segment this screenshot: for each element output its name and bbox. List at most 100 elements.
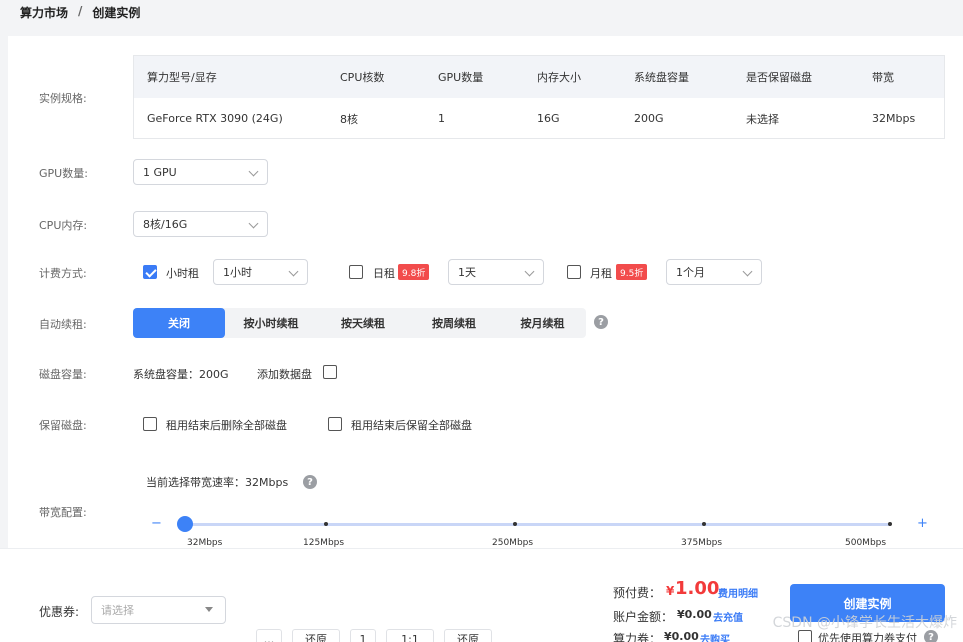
delete-all-disk-label[interactable]: 租用结束后删除全部磁盘 (166, 417, 287, 433)
hourly-duration-value: 1小时 (223, 266, 252, 279)
buy-voucher-link[interactable]: 去购买 (700, 631, 730, 642)
bandwidth-tick-label: 500Mbps (845, 538, 887, 548)
disk-label: 磁盘容量: (39, 368, 87, 381)
coupon-select[interactable]: 请选择 (91, 596, 226, 624)
fee-detail-link[interactable]: 费用明细 (718, 585, 758, 600)
breadcrumb-separator: / (78, 4, 83, 18)
spec-col-header: 系统盘容量 (634, 71, 689, 84)
spec-cell: 1 (438, 112, 445, 125)
chevron-down-icon (248, 218, 259, 229)
coupon-placeholder: 请选择 (101, 604, 134, 617)
auto-renew-off[interactable]: 关闭 (133, 308, 225, 338)
auto-renew-monthly[interactable]: 按月续租 (499, 308, 586, 338)
monthly-duration-value: 1个月 (676, 266, 705, 279)
auto-renew-segmented: 关闭 按小时续租 按天续租 按周续租 按月续租 (133, 308, 586, 338)
spec-cell: 32Mbps (872, 112, 916, 125)
gpu-count-value: 1 GPU (143, 165, 177, 179)
add-data-disk-checkbox[interactable] (323, 365, 337, 379)
slider-tick-dot (888, 522, 892, 526)
bandwidth-tick-label: 32Mbps (187, 538, 223, 548)
spec-cell: 未选择 (746, 112, 779, 126)
gpu-count-label: GPU数量: (39, 167, 88, 180)
bandwidth-slider-track[interactable] (185, 523, 891, 526)
keep-all-disk-label[interactable]: 租用结束后保留全部磁盘 (351, 417, 472, 433)
bandwidth-increase-button[interactable]: + (917, 516, 928, 531)
slider-tick-dot (513, 522, 517, 526)
spec-col-header: 算力型号/显存 (147, 71, 217, 84)
prepay-label: 预付费： (613, 586, 662, 600)
bandwidth-decrease-button[interactable]: − (151, 516, 162, 531)
help-icon[interactable]: ? (303, 475, 317, 489)
balance-value: ¥0.00 (677, 608, 712, 621)
cpu-mem-value: 8核/16G (143, 218, 188, 231)
daily-checkbox[interactable] (349, 265, 363, 279)
daily-discount-badge: 9.8折 (398, 264, 430, 280)
spec-col-header: 内存大小 (537, 71, 581, 84)
bandwidth-current: 当前选择带宽速率：32Mbps (146, 476, 289, 489)
chevron-down-icon (742, 266, 753, 277)
daily-duration-value: 1天 (458, 266, 476, 279)
bandwidth-slider-thumb[interactable] (177, 516, 193, 532)
bandwidth-label: 带宽配置: (39, 506, 87, 519)
spec-col-header: 带宽 (872, 71, 894, 84)
monthly-duration-select[interactable]: 1个月 (666, 259, 762, 285)
cpu-mem-select[interactable]: 8核/16G (133, 211, 268, 237)
auto-renew-daily[interactable]: 按天续租 (317, 308, 409, 338)
spec-col-header: GPU数量 (438, 71, 484, 84)
chevron-down-icon (288, 266, 299, 277)
prepay-amount: 1.00 (675, 578, 720, 599)
gpu-count-select[interactable]: 1 GPU (133, 159, 268, 185)
hourly-duration-select[interactable]: 1小时 (213, 259, 308, 285)
hourly-checkbox[interactable] (143, 265, 157, 279)
recharge-link[interactable]: 去充值 (713, 609, 743, 624)
spec-cell: 16G (537, 112, 560, 125)
spec-table: 算力型号/显存 CPU核数 GPU数量 内存大小 系统盘容量 是否保留磁盘 带宽… (133, 55, 945, 139)
coupon-label: 优惠券: (39, 605, 80, 619)
bandwidth-tick-label: 250Mbps (492, 538, 534, 548)
help-icon[interactable]: ? (594, 315, 608, 329)
chevron-down-icon (524, 266, 535, 277)
daily-duration-select[interactable]: 1天 (448, 259, 544, 285)
bandwidth-tick-label: 375Mbps (681, 538, 723, 548)
monthly-checkbox[interactable] (567, 265, 581, 279)
auto-renew-hourly[interactable]: 按小时续租 (225, 308, 317, 338)
auto-renew-weekly[interactable]: 按周续租 (409, 308, 499, 338)
spec-table-header: 算力型号/显存 CPU核数 GPU数量 内存大小 系统盘容量 是否保留磁盘 带宽 (134, 56, 944, 98)
spec-table-row: GeForce RTX 3090 (24G) 8核 1 16G 200G 未选择… (134, 98, 944, 139)
caret-down-icon (205, 607, 213, 612)
breadcrumb-current: 创建实例 (92, 6, 141, 20)
keep-all-disk-checkbox[interactable] (328, 417, 342, 431)
pager-ellipsis[interactable]: ... (256, 629, 282, 642)
system-disk-text: 系统盘容量：200G (133, 368, 229, 381)
breadcrumb-parent[interactable]: 算力市场 (20, 4, 68, 21)
daily-label[interactable]: 日租 (373, 265, 395, 281)
slider-tick-dot (702, 522, 706, 526)
delete-all-disk-checkbox[interactable] (143, 417, 157, 431)
spec-col-header: CPU核数 (340, 71, 385, 84)
hourly-label[interactable]: 小时租 (166, 265, 199, 281)
monthly-discount-badge: 9.5折 (616, 264, 648, 280)
voucher-value: ¥0.00 (664, 630, 699, 642)
spec-cell: 200G (634, 112, 664, 125)
keep-disk-label: 保留磁盘: (39, 419, 87, 432)
pager-page-1[interactable]: 1 (350, 629, 376, 642)
voucher-label: 算力券： (613, 632, 662, 642)
spec-label: 实例规格: (39, 92, 87, 105)
spec-cell: GeForce RTX 3090 (24G) (147, 112, 283, 125)
breadcrumb: 算力市场 / 创建实例 (20, 4, 140, 21)
pager-restore-button[interactable]: 还原 (444, 629, 492, 642)
monthly-label[interactable]: 月租 (590, 265, 612, 281)
balance-label: 账户金额： (613, 610, 674, 624)
auto-renew-label: 自动续租: (39, 318, 87, 331)
pager-ratio-button[interactable]: 1:1 (386, 629, 434, 642)
watermark: CSDN @小锋学长生活大爆炸 (772, 615, 957, 631)
cpu-mem-label: CPU内存: (39, 219, 88, 232)
pager-restore-button[interactable]: 还原 (292, 629, 340, 642)
spec-col-header: 是否保留磁盘 (746, 71, 812, 84)
slider-tick-dot (324, 522, 328, 526)
bandwidth-tick-label: 125Mbps (303, 538, 345, 548)
spec-cell: 8核 (340, 112, 358, 126)
prepay-currency: ¥ (666, 584, 675, 598)
chevron-down-icon (248, 166, 259, 177)
add-data-disk-label[interactable]: 添加数据盘 (257, 366, 312, 382)
